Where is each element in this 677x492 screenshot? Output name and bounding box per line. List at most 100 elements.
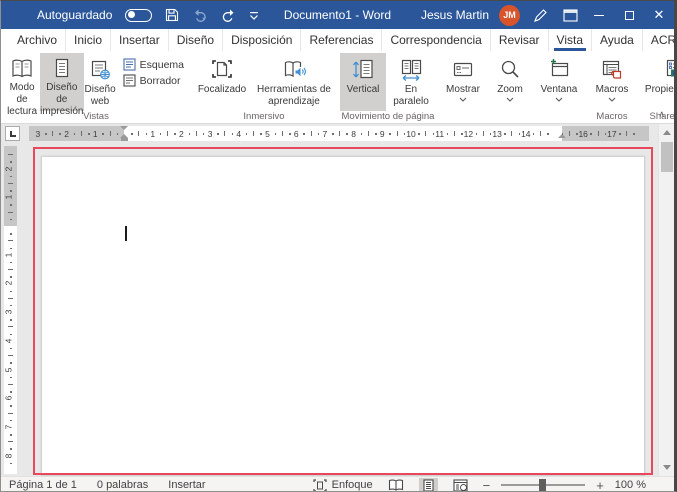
esquema-button[interactable]: Esquema <box>123 58 184 71</box>
window-icon <box>546 56 572 84</box>
focalizado-button[interactable]: Focalizado <box>192 53 252 111</box>
mostrar-button[interactable]: Mostrar <box>440 53 486 111</box>
ruler-tick <box>425 131 426 136</box>
ribbon-display-options-icon[interactable] <box>563 9 578 22</box>
tab-archivo[interactable]: Archivo <box>9 29 65 51</box>
tab-inicio[interactable]: Inicio <box>65 29 110 51</box>
tab-diseño[interactable]: Diseño <box>168 29 222 51</box>
ruler-tick <box>8 355 13 356</box>
ruler-dot <box>10 219 12 221</box>
ruler-tick <box>8 154 13 155</box>
tab-disposición[interactable]: Disposición <box>222 29 300 51</box>
ruler-number: 2 <box>4 281 13 286</box>
scrollbar-thumb[interactable] <box>661 142 673 172</box>
tab-acrobat[interactable]: ACROBAT <box>642 29 677 51</box>
tab-revisar[interactable]: Revisar <box>490 29 548 51</box>
ruler-dot <box>10 348 12 350</box>
ruler-tick <box>8 441 13 442</box>
ribbon-tab-row: ArchivoInicioInsertarDiseñoDisposiciónRe… <box>1 29 674 51</box>
vertical-scrollbar[interactable] <box>658 124 675 476</box>
ruler-dot <box>619 133 621 135</box>
zoom-level[interactable]: 100 % <box>615 479 646 491</box>
ruler-dot <box>10 463 12 465</box>
page-count-status[interactable]: Página 1 de 1 <box>9 479 77 491</box>
diseno-web-button[interactable]: Diseño web <box>84 53 117 111</box>
customize-toolbar-icon[interactable] <box>249 11 259 20</box>
zoom-button[interactable]: Zoom <box>490 53 530 111</box>
chevron-down-icon <box>608 97 616 102</box>
herramientas-aprendizaje-button[interactable]: Herramientas de aprendizaje <box>252 53 336 111</box>
user-name[interactable]: Jesus Martin <box>421 8 489 22</box>
collapse-ribbon-icon[interactable]: ∧ <box>658 109 665 120</box>
focus-label: Enfoque <box>332 479 373 491</box>
insert-mode-status[interactable]: Insertar <box>168 479 205 491</box>
macros-icon <box>599 56 625 84</box>
button-label: Zoom <box>497 84 523 96</box>
close-button[interactable]: ✕ <box>644 1 674 29</box>
tab-correspondencia[interactable]: Correspondencia <box>381 29 489 51</box>
v-ruler-strip[interactable]: 2112345678 <box>4 146 17 474</box>
group-label-vistas: Vistas <box>4 111 188 122</box>
button-label: Mostrar <box>446 84 480 96</box>
h-ruler-strip[interactable]: 32112345678910111213141617 <box>29 126 649 141</box>
ruler-tick <box>626 131 627 136</box>
ruler-number: 1 <box>4 195 13 200</box>
zoom-slider[interactable] <box>501 484 585 486</box>
scroll-up-button[interactable] <box>659 125 675 140</box>
ruler-dot <box>10 176 12 178</box>
modo-de-lectura-button[interactable]: Modo de lectura <box>4 53 40 111</box>
tab-list: ArchivoInicioInsertarDiseñoDisposiciónRe… <box>9 29 677 51</box>
vertical-button[interactable]: Vertical <box>340 53 386 111</box>
button-label: Borrador <box>140 75 181 87</box>
focus-mode-icon <box>209 56 235 84</box>
macros-button[interactable]: Macros <box>588 53 636 111</box>
maximize-icon <box>625 11 634 20</box>
save-icon[interactable] <box>165 8 179 22</box>
button-label: En paralelo <box>386 84 436 108</box>
en-paralelo-button[interactable]: En paralelo <box>386 53 436 111</box>
document-page[interactable] <box>41 156 645 476</box>
print-layout-view-button[interactable] <box>419 478 438 492</box>
zoom-in-button[interactable]: + <box>596 478 604 492</box>
pen-mode-icon[interactable] <box>532 8 549 23</box>
autosave-toggle[interactable] <box>125 9 152 22</box>
group-label-movimiento: Movimiento de página <box>340 111 436 122</box>
tab-selector-button[interactable] <box>5 126 20 141</box>
diseno-de-impresion-button[interactable]: Diseño de impresión <box>40 53 83 111</box>
left-indent-marker[interactable] <box>121 138 128 141</box>
outline-view-icon <box>123 58 136 71</box>
ruler-number: 1 <box>150 129 155 139</box>
tab-vista[interactable]: Vista <box>548 29 591 51</box>
ruler-number: 8 <box>351 129 356 139</box>
ruler-dot <box>10 420 12 422</box>
web-layout-view-button[interactable] <box>449 478 472 492</box>
ruler-dot <box>10 190 12 192</box>
ruler-number: 8 <box>4 453 13 458</box>
scroll-down-button[interactable] <box>659 460 675 475</box>
minimize-button[interactable] <box>584 1 614 29</box>
user-avatar[interactable]: JM <box>499 5 520 26</box>
tab-referencias[interactable]: Referencias <box>300 29 381 51</box>
tab-insertar[interactable]: Insertar <box>110 29 168 51</box>
word-count-status[interactable]: 0 palabras <box>97 479 148 491</box>
group-inmersivo: Focalizado Herramientas de aprendizaje I… <box>192 51 336 123</box>
borrador-button[interactable]: Borrador <box>123 74 184 87</box>
zoom-slider-thumb[interactable] <box>539 479 546 492</box>
ventana-button[interactable]: Ventana <box>534 53 584 111</box>
zoom-out-button[interactable]: − <box>483 478 491 492</box>
focus-button[interactable]: Enfoque <box>313 479 373 492</box>
learning-tools-icon <box>281 56 307 84</box>
maximize-button[interactable] <box>614 1 644 29</box>
tab-ayuda[interactable]: Ayuda <box>591 29 642 51</box>
first-line-indent-marker[interactable] <box>120 126 128 130</box>
ruler-dot <box>533 133 535 135</box>
ruler-tick <box>454 131 455 136</box>
read-mode-view-button[interactable] <box>384 478 408 492</box>
titlebar-right: Jesus Martin JM ✕ <box>421 1 674 29</box>
read-mode-icon <box>9 56 35 82</box>
ruler-tick <box>397 131 398 136</box>
web-layout-view-icon <box>453 479 468 492</box>
redo-icon[interactable] <box>221 8 236 22</box>
hanging-indent-marker[interactable] <box>120 134 128 138</box>
propiedades-button[interactable]: S Propiedades <box>640 53 677 111</box>
